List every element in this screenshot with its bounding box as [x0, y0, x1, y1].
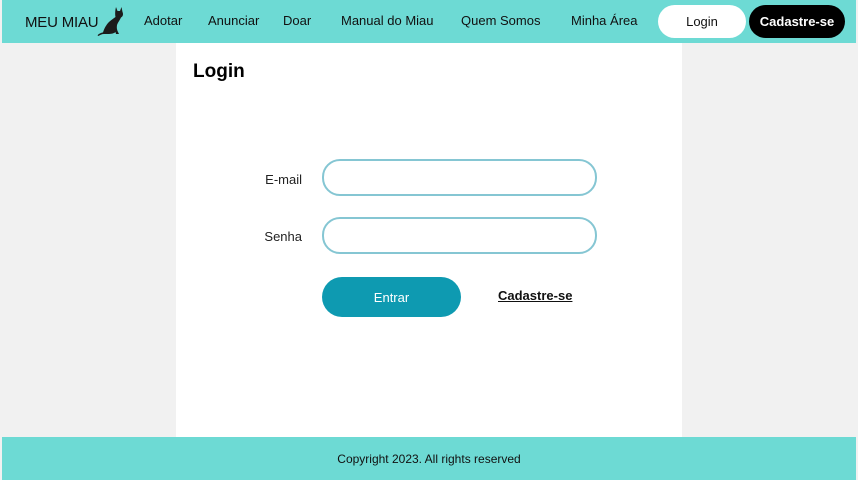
signup-button[interactable]: Cadastre-se: [749, 5, 845, 38]
logo-text: MEU MIAU: [25, 13, 99, 31]
nav-manual-do-miau[interactable]: Manual do Miau: [341, 13, 434, 28]
submit-button[interactable]: Entrar: [322, 277, 461, 317]
nav-adotar[interactable]: Adotar: [144, 13, 182, 28]
nav-quem-somos[interactable]: Quem Somos: [461, 13, 540, 28]
signup-link[interactable]: Cadastre-se: [498, 288, 572, 303]
nav-anunciar[interactable]: Anunciar: [208, 13, 259, 28]
password-field[interactable]: [322, 217, 597, 254]
email-label: E-mail: [265, 172, 302, 187]
password-label: Senha: [264, 229, 302, 244]
navbar: MEU MIAU Adotar Anunciar Doar Manual do …: [2, 0, 856, 43]
cat-icon: [97, 7, 124, 36]
page-title: Login: [193, 61, 245, 82]
nav-minha-area[interactable]: Minha Área: [571, 13, 637, 28]
login-card: Login E-mail Senha Entrar Cadastre-se: [176, 43, 682, 437]
page: MEU MIAU Adotar Anunciar Doar Manual do …: [0, 0, 858, 480]
footer: Copyright 2023. All rights reserved: [2, 437, 856, 480]
copyright-text: Copyright 2023. All rights reserved: [337, 452, 521, 466]
nav-doar[interactable]: Doar: [283, 13, 311, 28]
email-field[interactable]: [322, 159, 597, 196]
logo[interactable]: MEU MIAU: [25, 6, 126, 38]
login-button[interactable]: Login: [658, 5, 746, 38]
